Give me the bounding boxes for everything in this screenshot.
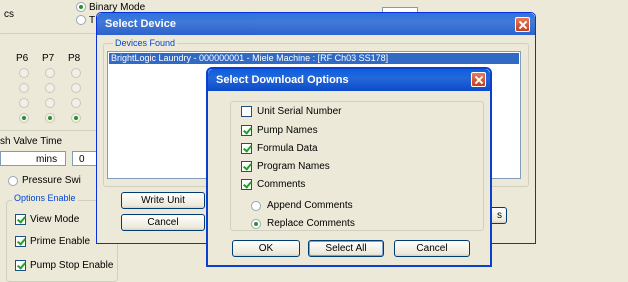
append-comments-label: Append Comments (267, 200, 353, 211)
pump-radio (45, 113, 55, 123)
formula-data-label: Formula Data (257, 143, 318, 154)
cancel-button[interactable]: Cancel (121, 214, 205, 231)
formula-data-checkbox[interactable] (241, 143, 252, 154)
pump-radio (19, 68, 29, 78)
close-icon[interactable] (515, 17, 530, 32)
view-mode-checkbox[interactable] (15, 214, 26, 225)
ok-button[interactable]: OK (232, 240, 300, 257)
valve-time-field[interactable]: mins (0, 151, 66, 166)
pump-radio (71, 83, 81, 93)
cancel-label: Cancel (416, 243, 448, 254)
view-mode-label: View Mode (30, 214, 80, 225)
replace-comments-radio[interactable] (251, 219, 261, 229)
pump-header-p6: P6 (16, 53, 29, 64)
select-device-title: Select Device (105, 18, 176, 30)
write-unit-button[interactable]: Write Unit (121, 192, 205, 209)
binary-mode-radio[interactable] (76, 2, 86, 12)
t-mode-label: T (89, 15, 96, 26)
pump-names-label: Pump Names (257, 125, 318, 136)
pump-radio (45, 68, 55, 78)
select-all-label: Select All (325, 243, 367, 254)
download-options-title: Select Download Options (216, 74, 349, 86)
replace-comments-label: Replace Comments (267, 218, 355, 229)
select-all-button[interactable]: Select All (308, 240, 384, 257)
list-item[interactable]: BrightLogic Laundry - 000000001 - Miele … (109, 53, 519, 64)
prime-enable-label: Prime Enable (30, 236, 91, 247)
comments-checkbox[interactable] (241, 179, 252, 190)
mins-label: mins (36, 154, 58, 165)
pump-radio (19, 98, 29, 108)
program-names-checkbox[interactable] (241, 161, 252, 172)
devices-found-title: Devices Found (113, 38, 178, 48)
pump-radio (19, 83, 29, 93)
pump-radio (19, 113, 29, 123)
pump-header-p7: P7 (42, 53, 55, 64)
prime-enable-checkbox[interactable] (15, 236, 26, 247)
device-label: BrightLogic Laundry - 000000001 - Miele … (111, 53, 389, 63)
cancel-label: Cancel (147, 217, 179, 228)
ok-label: OK (258, 243, 274, 254)
pump-header-p8: P8 (68, 53, 81, 64)
unit-serial-number-checkbox[interactable] (241, 106, 252, 117)
t-mode-radio[interactable] (76, 15, 86, 25)
pump-names-checkbox[interactable] (241, 125, 252, 136)
pump-radio (71, 68, 81, 78)
cs-fragment: cs (4, 9, 14, 20)
partial-button-label: s (497, 210, 502, 221)
append-comments-radio[interactable] (251, 201, 261, 211)
pump-radio (45, 98, 55, 108)
unit-serial-number-label: Unit Serial Number (257, 106, 342, 117)
pump-radio (71, 98, 81, 108)
cancel-button[interactable]: Cancel (394, 240, 470, 257)
mins-value: 0 (79, 154, 85, 165)
pressure-switch-radio[interactable] (8, 176, 18, 186)
close-icon[interactable] (471, 72, 486, 87)
select-device-titlebar: Select Device (97, 13, 535, 35)
pressure-switch-label: Pressure Swi (22, 175, 81, 186)
valve-time-label: sh Valve Time (0, 136, 63, 147)
pump-stop-enable-checkbox[interactable] (15, 260, 26, 271)
write-unit-label: Write Unit (141, 195, 185, 206)
pump-stop-enable-label: Pump Stop Enable (30, 260, 114, 271)
program-names-label: Program Names (257, 161, 330, 172)
download-options-dialog: Select Download Options Unit Serial Numb… (206, 67, 492, 267)
pump-radio (45, 83, 55, 93)
comments-label: Comments (257, 179, 306, 190)
download-options-titlebar: Select Download Options (208, 69, 490, 91)
options-enable-title: Options Enable (12, 193, 78, 203)
pump-radio (71, 113, 81, 123)
